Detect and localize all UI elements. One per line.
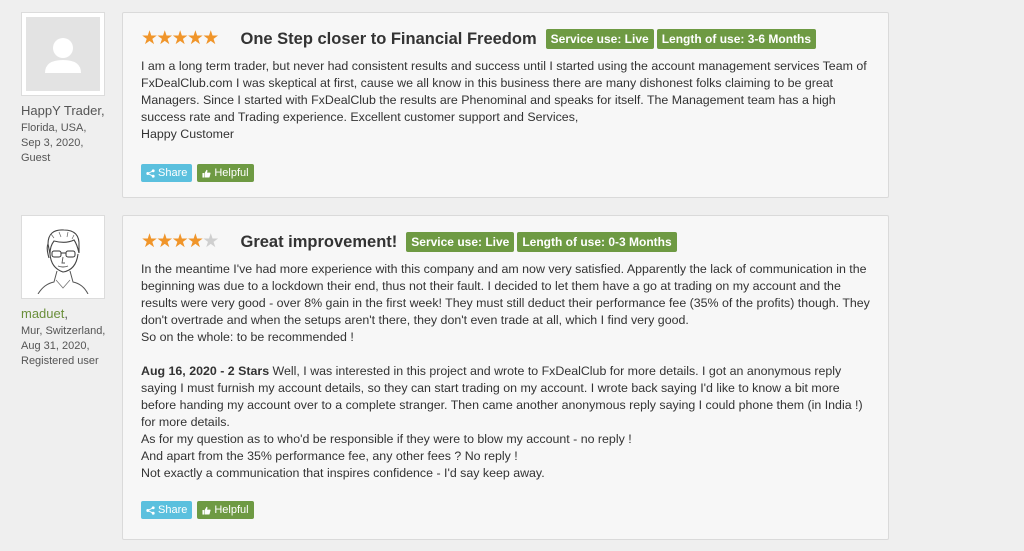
author-meta: Mur, Switzerland, Aug 31, 2020, Register… — [21, 324, 121, 369]
star-icon: ★ — [186, 231, 204, 252]
review-title: Great improvement! — [240, 232, 398, 251]
update-line: As for my question as to who'd be respon… — [141, 432, 632, 446]
avatar[interactable] — [21, 12, 105, 96]
thumbs-up-icon — [202, 169, 211, 178]
review-card: ★ ★ ★ ★ ★ One Step closer to Financial F… — [122, 12, 889, 198]
review-update: Aug 16, 2020 - 2 Stars Well, I was inter… — [141, 363, 870, 431]
author-location: Florida, USA, — [21, 122, 87, 134]
review-signoff: Happy Customer — [141, 127, 234, 141]
star-icon: ★ — [186, 28, 204, 49]
length-of-use-badge: Length of use: 3-6 Months — [656, 29, 817, 49]
service-use-badge: Service use: Live — [406, 232, 515, 252]
star-icon: ★ — [202, 28, 220, 49]
helpful-button[interactable]: Helpful — [197, 501, 254, 519]
author-name: maduet, — [21, 306, 68, 321]
review-author: HappY Trader, Florida, USA, Sep 3, 2020,… — [21, 12, 121, 166]
author-location: Mur, Switzerland, — [21, 325, 106, 337]
star-empty-icon: ★ — [202, 231, 220, 252]
review-date: Sep 3, 2020, — [21, 137, 84, 149]
star-icon: ★ — [156, 28, 174, 49]
avatar[interactable] — [21, 215, 105, 299]
share-button[interactable]: Share — [141, 501, 193, 519]
length-of-use-badge: Length of use: 0-3 Months — [517, 232, 677, 252]
review-paragraph: I am a long term trader, but never had c… — [141, 59, 867, 124]
review-title: One Step closer to Financial Freedom — [240, 29, 537, 48]
author-role: Registered user — [21, 355, 99, 367]
review-actions: Share Helpful — [141, 501, 870, 519]
star-icon: ★ — [141, 231, 159, 252]
review-card: ★ ★ ★ ★ ★ Great improvement! Service use… — [122, 215, 889, 540]
review-header: ★ ★ ★ ★ ★ One Step closer to Financial F… — [141, 29, 870, 49]
author-meta: Florida, USA, Sep 3, 2020, Guest — [21, 121, 121, 166]
user-portrait-icon — [26, 220, 100, 294]
star-rating: ★ ★ ★ ★ ★ — [141, 231, 220, 252]
author-name: HappY Trader, — [21, 103, 105, 118]
service-use-badge: Service use: Live — [545, 29, 654, 49]
review-paragraph: In the meantime I've had more experience… — [141, 262, 870, 327]
review-header: ★ ★ ★ ★ ★ Great improvement! Service use… — [141, 232, 870, 252]
share-icon — [146, 168, 155, 178]
star-icon: ★ — [156, 231, 174, 252]
review-body: In the meantime I've had more experience… — [141, 261, 870, 482]
review-summary: So on the whole: to be recommended ! — [141, 330, 354, 344]
star-icon: ★ — [171, 231, 189, 252]
helpful-button[interactable]: Helpful — [197, 164, 254, 182]
star-icon: ★ — [141, 28, 159, 49]
review-actions: Share Helpful — [141, 164, 870, 182]
review-author: maduet, Mur, Switzerland, Aug 31, 2020, … — [21, 215, 121, 369]
update-line: Not exactly a communication that inspire… — [141, 466, 545, 480]
author-role: Guest — [21, 152, 51, 164]
star-rating: ★ ★ ★ ★ ★ — [141, 28, 220, 49]
share-icon — [146, 505, 155, 515]
review-body: I am a long term trader, but never had c… — [141, 58, 870, 143]
star-icon: ★ — [171, 28, 189, 49]
update-line: And apart from the 35% performance fee, … — [141, 449, 518, 463]
update-label: Aug 16, 2020 - 2 Stars — [141, 364, 270, 378]
default-avatar-icon — [26, 17, 100, 91]
review-date: Aug 31, 2020, — [21, 340, 90, 352]
share-button[interactable]: Share — [141, 164, 193, 182]
author-profile-link[interactable]: maduet — [21, 306, 64, 321]
thumbs-up-icon — [202, 506, 211, 515]
